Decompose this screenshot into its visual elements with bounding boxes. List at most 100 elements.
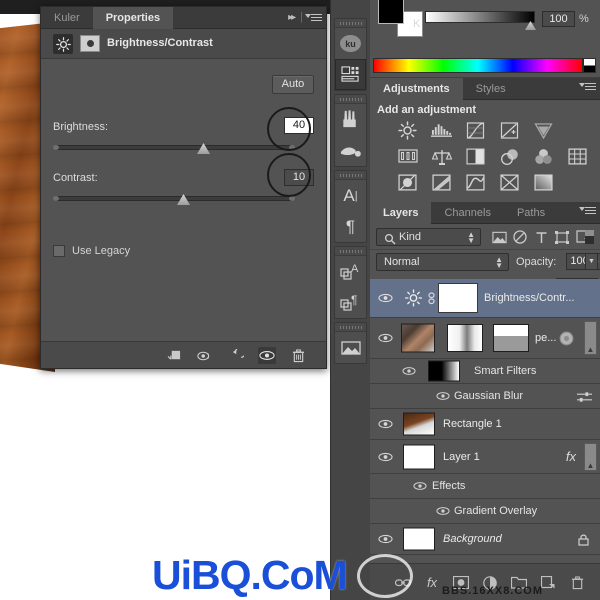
tab-paths[interactable]: Paths xyxy=(504,202,558,224)
contrast-slider-thumb[interactable] xyxy=(177,194,190,205)
opacity-dropdown-arrow[interactable]: ▼ xyxy=(585,253,598,270)
link-layers-icon[interactable] xyxy=(394,574,412,591)
invert-icon[interactable] xyxy=(396,173,419,192)
tab-adjustments[interactable]: Adjustments xyxy=(370,78,463,100)
eye-icon[interactable] xyxy=(377,291,393,305)
add-mask-icon[interactable] xyxy=(452,574,470,591)
levels-icon[interactable] xyxy=(430,121,453,140)
tab-properties[interactable]: Properties xyxy=(93,7,173,29)
eye-icon[interactable] xyxy=(377,417,393,431)
filter-toggle-icon[interactable] xyxy=(584,229,594,245)
sub-row-effects[interactable]: Effects xyxy=(370,474,600,499)
tab-layers[interactable]: Layers xyxy=(370,202,431,224)
eye-icon[interactable] xyxy=(377,331,393,345)
layer-row-layer-1[interactable]: Layer 1 fx ▲ xyxy=(370,440,600,474)
tab-channels[interactable]: Channels xyxy=(431,202,503,224)
reset-icon[interactable] xyxy=(227,347,245,364)
blend-mode-select[interactable]: Normal ▲▼ xyxy=(376,253,509,271)
black-white-icon[interactable] xyxy=(464,147,487,166)
channel-mixer-icon[interactable] xyxy=(532,147,555,166)
auto-button[interactable]: Auto xyxy=(272,75,314,94)
toggle-visibility-icon[interactable] xyxy=(196,347,214,364)
color-spectrum-ramp[interactable] xyxy=(373,58,583,73)
preview-eye-icon[interactable] xyxy=(258,347,276,364)
k-channel-slider-track[interactable] xyxy=(425,11,535,23)
filter-adjustment-icon[interactable] xyxy=(511,229,529,245)
eye-icon[interactable] xyxy=(413,480,427,492)
layer-style-fx-indicator[interactable]: fx xyxy=(566,449,576,464)
layer-style-fx-icon[interactable]: fx xyxy=(423,574,441,591)
double-chevron-right-icon[interactable]: ▸▸ xyxy=(288,12,294,23)
filter-pixel-icon[interactable] xyxy=(490,229,508,245)
smart-filter-mask-thumbnail[interactable] xyxy=(447,324,483,352)
layer-mask-thumbnail[interactable] xyxy=(439,284,477,312)
dock-grip[interactable] xyxy=(335,323,366,332)
hue-saturation-icon[interactable] xyxy=(396,147,419,166)
tab-styles[interactable]: Styles xyxy=(463,78,519,100)
layer-row-background[interactable]: Background xyxy=(370,524,600,555)
threshold-icon[interactable] xyxy=(464,173,487,192)
exposure-icon[interactable] xyxy=(498,121,521,140)
chevron-updown-icon[interactable]: ▲▼ xyxy=(495,257,503,269)
paragraph-icon[interactable]: ¶ xyxy=(335,211,366,242)
use-legacy-checkbox[interactable] xyxy=(53,245,65,257)
eye-icon[interactable] xyxy=(377,532,393,546)
layer-thumbnail[interactable] xyxy=(401,324,435,353)
sub-row-gradient-overlay[interactable]: Gradient Overlay xyxy=(370,499,600,524)
dock-grip[interactable] xyxy=(335,95,366,104)
chevron-updown-icon[interactable]: ▲▼ xyxy=(467,232,475,244)
tab-kuler[interactable]: Kuler xyxy=(41,7,93,29)
smart-filter-mask-thumbnail[interactable] xyxy=(428,361,460,382)
paragraph-styles-icon[interactable]: ¶ xyxy=(335,287,366,318)
photo-filter-icon[interactable] xyxy=(498,147,521,166)
k-channel-value-field[interactable]: 100 xyxy=(542,11,575,27)
spectrum-black-white-swatch[interactable] xyxy=(583,58,596,73)
sub-row-gaussian-blur[interactable]: Gaussian Blur xyxy=(370,384,600,409)
dock-grip[interactable] xyxy=(335,19,366,28)
filter-type-icon[interactable] xyxy=(532,229,550,245)
posterize-icon[interactable] xyxy=(430,173,453,192)
mini-bridge-icon[interactable] xyxy=(335,332,366,363)
kuler-icon[interactable]: ku xyxy=(335,28,366,59)
new-group-icon[interactable] xyxy=(510,574,528,591)
layer-row-brightness-contrast[interactable]: Brightness/Contr... xyxy=(370,279,600,318)
eye-icon[interactable] xyxy=(377,450,393,464)
sub-row-smart-filters[interactable]: Smart Filters xyxy=(370,359,600,384)
foreground-color-swatch[interactable] xyxy=(378,0,404,24)
eye-icon[interactable] xyxy=(402,365,416,377)
vibrance-icon[interactable] xyxy=(532,121,555,140)
brush-presets-icon[interactable] xyxy=(335,135,366,166)
delete-layer-icon[interactable] xyxy=(568,574,586,591)
gradient-map-icon[interactable] xyxy=(498,173,521,192)
layer-thumbnail[interactable] xyxy=(403,444,435,469)
smart-object-thumbnail[interactable] xyxy=(493,324,529,352)
brushes-icon[interactable] xyxy=(335,104,366,135)
panel-menu-icon[interactable] xyxy=(309,13,322,22)
brightness-slider-thumb[interactable] xyxy=(197,143,210,154)
layer-filter-kind-select[interactable]: Kind ▲▼ xyxy=(376,228,481,246)
dock-grip[interactable] xyxy=(335,171,366,180)
layer-row-rectangle-1[interactable]: Rectangle 1 xyxy=(370,409,600,440)
contrast-slider-track[interactable] xyxy=(54,196,294,201)
character-styles-icon[interactable]: A xyxy=(335,256,366,287)
panel-menu-icon[interactable] xyxy=(583,82,596,91)
selective-color-icon[interactable] xyxy=(532,173,555,192)
new-layer-icon[interactable] xyxy=(539,574,557,591)
color-balance-icon[interactable] xyxy=(430,147,453,166)
lock-icon[interactable] xyxy=(578,533,589,549)
layer-scroll-thumb[interactable]: ▲ xyxy=(584,321,597,355)
filter-shape-icon[interactable] xyxy=(553,229,571,245)
filter-settings-icon[interactable] xyxy=(577,391,592,406)
layer-thumbnail[interactable] xyxy=(403,413,435,436)
layer-list[interactable]: Brightness/Contr... pe... ▲ xyxy=(370,279,600,563)
layer-row-smart-object[interactable]: pe... ▲ xyxy=(370,318,600,359)
brightness-slider-track[interactable] xyxy=(54,145,294,150)
new-adjustment-icon[interactable] xyxy=(481,574,499,591)
color-lookup-icon[interactable] xyxy=(566,147,589,166)
eye-icon[interactable] xyxy=(436,390,450,402)
curves-icon[interactable] xyxy=(464,121,487,140)
brightness-contrast-icon[interactable] xyxy=(396,121,419,140)
panel-menu-icon[interactable] xyxy=(583,206,596,215)
character-icon[interactable]: A| xyxy=(335,180,366,211)
layer-thumbnail[interactable] xyxy=(403,528,435,551)
